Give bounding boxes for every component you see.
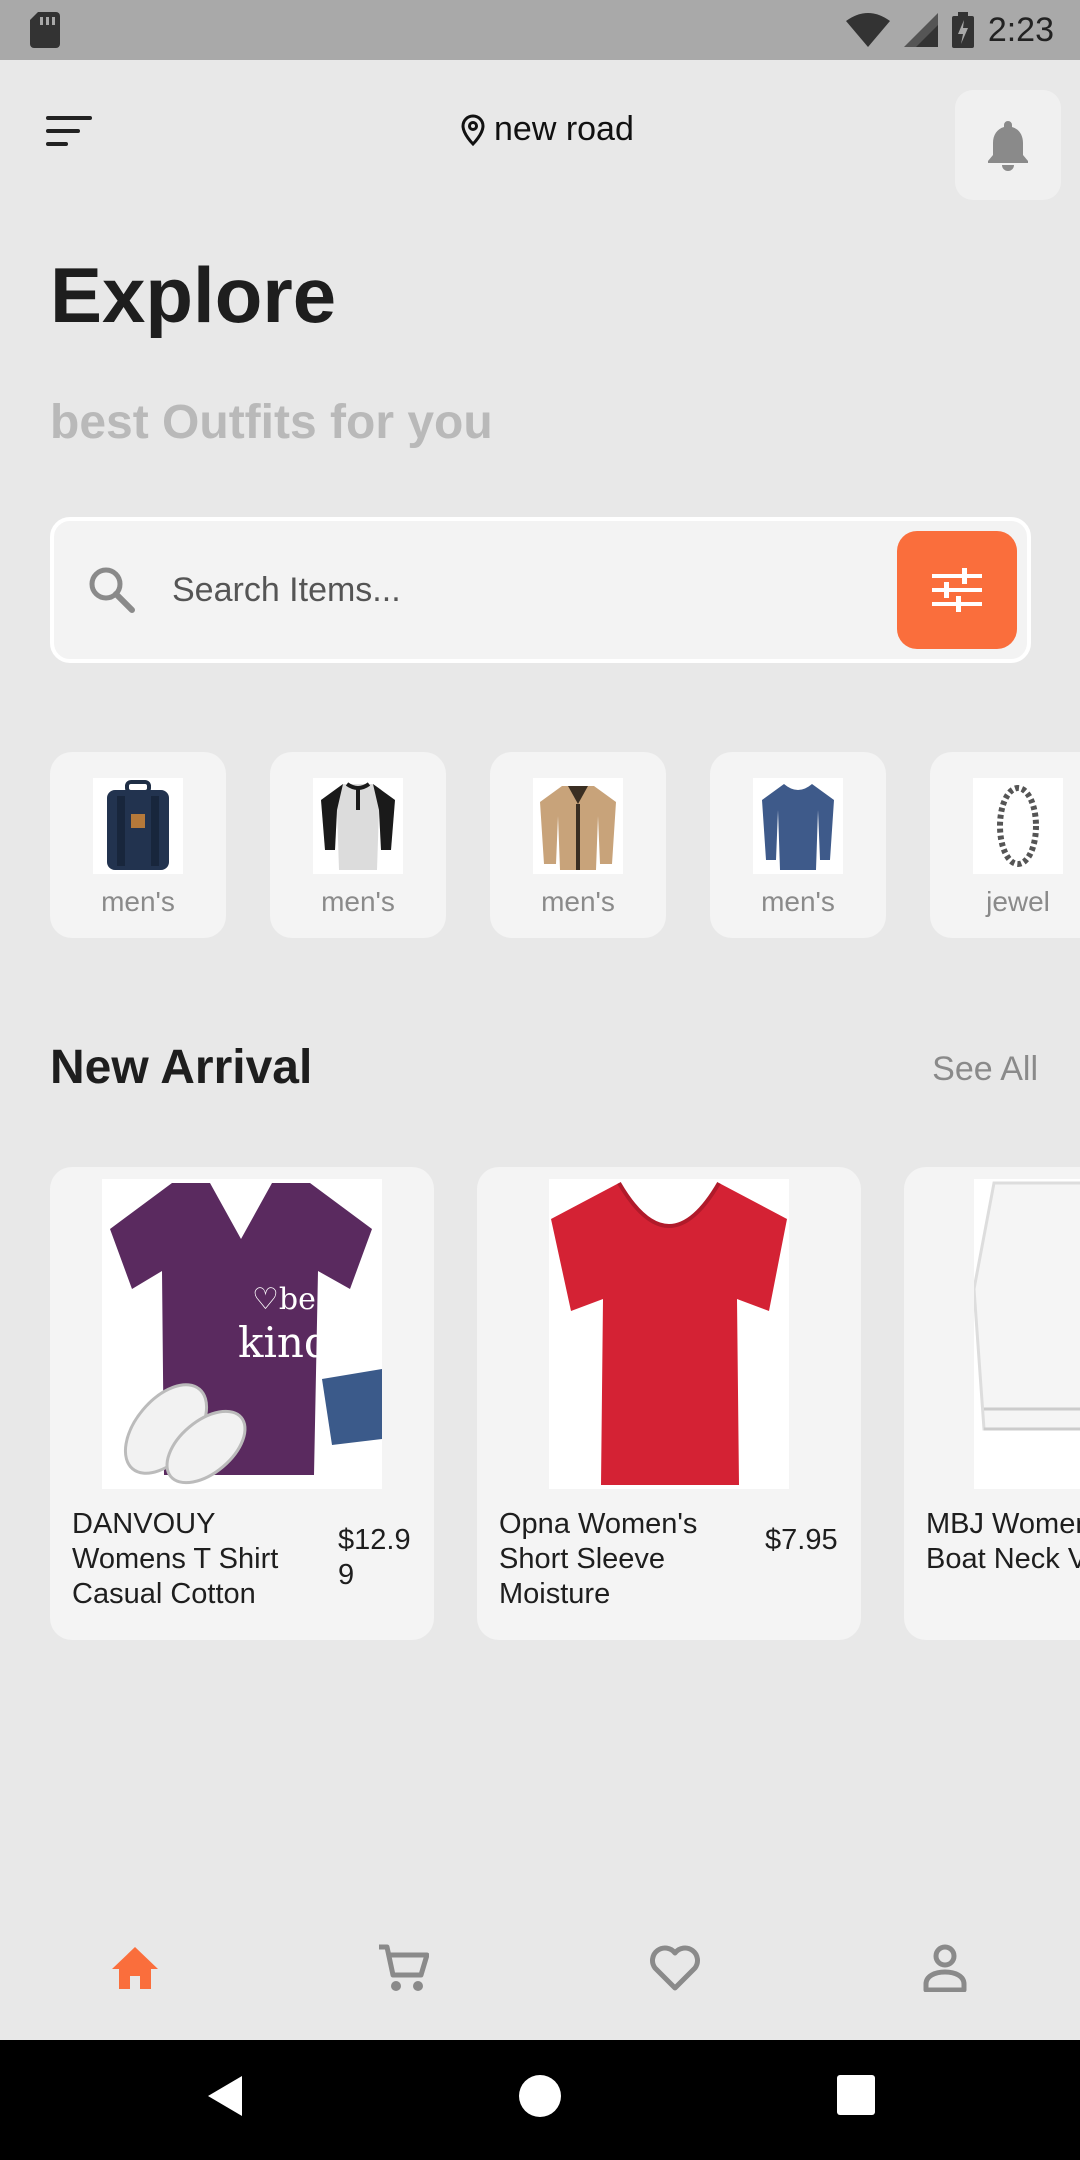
back-icon[interactable] (204, 2074, 244, 2118)
category-thumbnail (973, 778, 1063, 874)
top-bar: new road (0, 60, 1080, 220)
product-name: DANVOUY Womens T Shirt Casual Cotton (72, 1508, 279, 1610)
profile-icon (923, 1944, 967, 1992)
page-title: Explore (50, 251, 337, 339)
sd-card-icon (30, 12, 60, 48)
long-sleeve-shirt-icon (762, 784, 834, 870)
filter-button[interactable] (897, 531, 1017, 649)
product-price: $7.95 (765, 1524, 838, 1556)
nav-profile[interactable] (915, 1938, 975, 1998)
product-price: $12.99 (338, 1524, 411, 1591)
page-subtitle: best Outfits for you (50, 396, 493, 449)
product-card[interactable]: Opna Women's Short Sleeve Moisture $7.95 (477, 1167, 861, 1640)
menu-icon[interactable] (46, 112, 96, 152)
filter-sliders-icon (932, 568, 982, 612)
product-image-white-top (974, 1179, 1080, 1489)
location-pin-icon (461, 113, 485, 146)
battery-icon (951, 12, 974, 48)
bell-icon (988, 121, 1028, 171)
home-icon (112, 1947, 158, 1989)
search-icon (89, 567, 135, 613)
cart-icon (379, 1944, 429, 1991)
category-thumbnail (93, 778, 183, 874)
signal-icon (903, 13, 938, 47)
backpack-icon (107, 780, 169, 870)
bottom-navigation (0, 1900, 1080, 2040)
product-image-purple-tshirt: ♡be kind (102, 1179, 382, 1489)
svg-text:♡be: ♡be (252, 1282, 316, 1317)
product-image-red-tshirt (549, 1179, 789, 1489)
section-title-new-arrival: New Arrival (50, 1041, 313, 1094)
nav-favorites[interactable] (645, 1938, 705, 1998)
nav-cart[interactable] (373, 1938, 433, 1998)
nav-home[interactable] (105, 1938, 165, 1998)
category-label: men's (101, 886, 175, 917)
svg-text:kind: kind (238, 1318, 331, 1367)
recents-icon[interactable] (836, 2074, 876, 2116)
category-label: men's (761, 886, 835, 917)
product-list: ♡be kind DANVOUY Womens T Shirt Casual C… (50, 1167, 1080, 1642)
product-card[interactable]: ♡be kind DANVOUY Womens T Shirt Casual C… (50, 1167, 434, 1640)
category-label: jewel (986, 886, 1050, 917)
henley-shirt-icon (321, 782, 395, 870)
product-name: Opna Women's Short Sleeve Moisture (499, 1508, 698, 1610)
category-label: men's (541, 886, 615, 917)
heart-icon (650, 1945, 700, 1991)
status-time: 2:23 (987, 10, 1054, 49)
category-item[interactable]: men's (710, 752, 886, 938)
wifi-icon (845, 13, 890, 47)
see-all-link[interactable]: See All (932, 1050, 1038, 1089)
category-list: men's men's men's men's jewel (50, 752, 1080, 938)
home-circle-icon[interactable] (518, 2074, 562, 2118)
search-bar (50, 517, 1031, 663)
category-item[interactable]: men's (490, 752, 666, 938)
category-thumbnail (313, 778, 403, 874)
location-label: new road (494, 110, 634, 148)
category-item[interactable]: men's (50, 752, 226, 938)
notifications-button[interactable] (955, 90, 1061, 200)
category-item[interactable]: jewel (930, 752, 1080, 938)
category-label: men's (321, 886, 395, 917)
location-selector[interactable]: new road (460, 110, 634, 149)
status-bar: 2:23 (0, 0, 1080, 60)
product-card[interactable]: MBJ Women's Solid Short Boat Neck V (904, 1167, 1080, 1640)
system-navigation-bar (0, 2040, 1080, 2160)
search-input[interactable] (172, 570, 852, 610)
product-name: MBJ Women's Solid Short Boat Neck V (926, 1508, 1080, 1575)
category-thumbnail (753, 778, 843, 874)
bracelet-icon (997, 785, 1039, 867)
category-item[interactable]: men's (270, 752, 446, 938)
jacket-icon (540, 786, 616, 870)
category-thumbnail (533, 778, 623, 874)
